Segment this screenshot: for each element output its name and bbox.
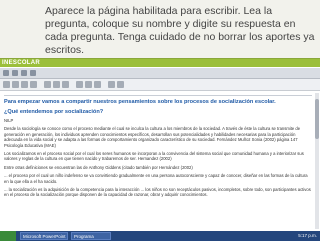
browser-toolbar [0, 68, 320, 79]
back-icon[interactable] [3, 70, 9, 76]
italic-icon[interactable] [53, 81, 60, 88]
paste-icon[interactable] [30, 81, 37, 88]
align-left-icon[interactable] [76, 81, 83, 88]
taskbar-item[interactable]: Programa [71, 232, 111, 240]
editor-toolbar [0, 79, 320, 91]
align-center-icon[interactable] [85, 81, 92, 88]
refresh-icon[interactable] [21, 70, 27, 76]
doc-question: ¿Qué entendemos por socialización? [4, 109, 104, 115]
divider [4, 95, 312, 96]
copy-icon[interactable] [21, 81, 28, 88]
scroll-thumb[interactable] [315, 99, 319, 139]
doc-paragraph: Entre otras definiciones se encuentran l… [4, 164, 193, 170]
wiki-document[interactable]: Para empezar vamos a compartir nuestros … [4, 93, 312, 229]
instruction-text: Aparece la página habilitada para escrib… [45, 5, 315, 56]
forward-icon[interactable] [12, 70, 18, 76]
save-icon[interactable] [3, 81, 10, 88]
bold-icon[interactable] [44, 81, 51, 88]
embedded-screenshot: INESCOLAR Para empezar vamos a compartir… [0, 58, 320, 241]
taskbar-item[interactable]: Microsoft PowerPoint [20, 232, 68, 240]
author-name: NILP [4, 118, 14, 123]
doc-title: Para empezar vamos a compartir nuestros … [4, 99, 276, 105]
green-band [0, 59, 320, 67]
list-icon[interactable] [108, 81, 115, 88]
doc-paragraph: Desde la sociología se conoce como el pr… [4, 126, 301, 148]
cut-icon[interactable] [12, 81, 19, 88]
doc-paragraph: ... el proceso por el cual un niño indef… [4, 173, 308, 184]
doc-paragraph: ... la socialización es la adquisición d… [4, 187, 311, 198]
doc-paragraph: Los socializamos en el proceso social po… [4, 151, 304, 162]
scrollbar[interactable] [315, 93, 319, 229]
link-icon[interactable] [117, 81, 124, 88]
align-right-icon[interactable] [94, 81, 101, 88]
school-label: INESCOLAR [2, 60, 41, 66]
slide-header-area: Aparece la página habilitada para escrib… [0, 0, 320, 60]
home-icon[interactable] [30, 70, 36, 76]
underline-icon[interactable] [62, 81, 69, 88]
